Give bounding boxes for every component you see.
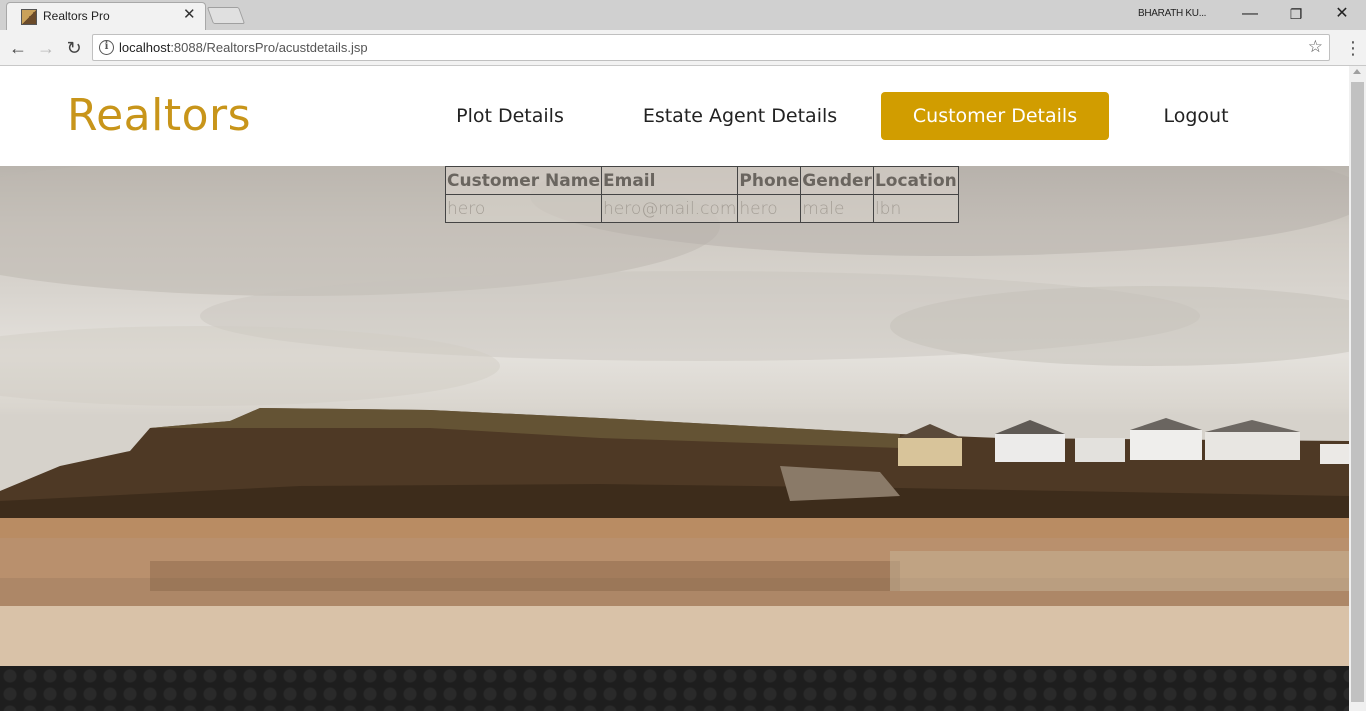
new-tab-button[interactable] [206, 7, 246, 24]
tab-title: Realtors Pro [43, 9, 110, 23]
info-icon[interactable]: i [99, 40, 114, 55]
browser-tab[interactable]: Realtors Pro ✕ [6, 2, 206, 30]
page-scrollbar[interactable] [1349, 66, 1366, 711]
close-window-icon[interactable]: ✕ [1322, 2, 1362, 26]
cell-gender: male [800, 194, 874, 223]
url-path: :8088/RealtorsPro/acustdetails.jsp [170, 40, 368, 55]
table-row: hero hero@mail.com hero male lbn [445, 194, 959, 223]
page-viewport: Realtors Plot Details Estate Agent Detai… [0, 66, 1349, 711]
profile-name[interactable]: BHARATH KU... [1138, 8, 1206, 19]
col-header-email: Email [600, 166, 739, 195]
nav-logout[interactable]: Logout [1150, 92, 1242, 140]
browser-menu-icon[interactable]: ⋮ [1344, 36, 1362, 60]
cell-phone: hero [737, 194, 802, 223]
hero-landscape-image [0, 166, 1349, 666]
col-header-gender: Gender [800, 166, 874, 195]
restore-icon[interactable]: ❐ [1276, 2, 1316, 26]
table-header-row: Customer Name Email Phone Gender Locatio… [445, 166, 959, 195]
reload-icon[interactable]: ↻ [62, 36, 86, 60]
url-text[interactable]: localhost:8088/RealtorsPro/acustdetails.… [119, 40, 368, 55]
landscape-illustration [0, 166, 1349, 666]
site-footer [0, 666, 1349, 711]
minimize-icon[interactable]: — [1230, 2, 1270, 26]
scroll-up-arrow-icon[interactable] [1353, 69, 1361, 74]
url-host: localhost [119, 40, 171, 55]
nav-plot-details[interactable]: Plot Details [440, 92, 580, 140]
customer-details-table: Customer Name Email Phone Gender Locatio… [445, 166, 959, 223]
site-logo[interactable]: Realtors [67, 90, 251, 141]
back-arrow-icon[interactable]: ← [6, 36, 30, 60]
scrollbar-thumb[interactable] [1351, 82, 1364, 702]
site-favicon-icon [21, 9, 37, 25]
close-tab-icon[interactable]: ✕ [183, 7, 196, 22]
col-header-phone: Phone [737, 166, 802, 195]
nav-customer-details[interactable]: Customer Details [881, 92, 1109, 140]
cell-email: hero@mail.com [600, 194, 739, 223]
col-header-location: Location [872, 166, 959, 195]
site-header: Realtors Plot Details Estate Agent Detai… [0, 66, 1349, 166]
cell-customer-name: hero [445, 194, 602, 223]
nav-estate-agent-details[interactable]: Estate Agent Details [636, 92, 844, 140]
forward-arrow-icon[interactable]: → [34, 36, 58, 60]
bookmark-star-icon[interactable]: ☆ [1308, 37, 1323, 57]
browser-toolbar: ← → ↻ i localhost:8088/RealtorsPro/acust… [0, 30, 1366, 66]
address-bar[interactable]: i localhost:8088/RealtorsPro/acustdetail… [92, 34, 1330, 61]
window-titlebar: Realtors Pro ✕ BHARATH KU... — ❐ ✕ [0, 0, 1366, 30]
col-header-customer-name: Customer Name [445, 166, 602, 195]
cell-location: lbn [872, 194, 959, 223]
